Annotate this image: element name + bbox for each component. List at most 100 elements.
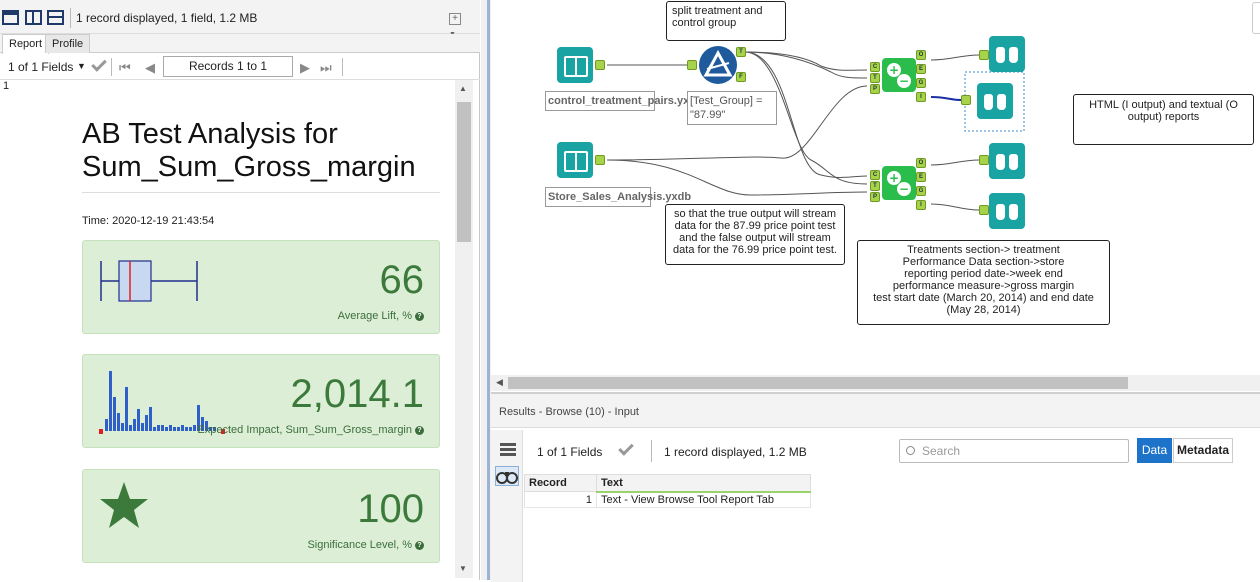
filter-true-anchor[interactable]: T (736, 47, 746, 57)
search-icon (906, 446, 915, 455)
results-title-bar: Results - Browse (10) - Input (491, 394, 1260, 428)
data-button[interactable]: Data (1137, 438, 1172, 463)
note-html[interactable]: HTML (I output) and textual (O output) r… (1073, 94, 1254, 145)
results-record-count: 1 record displayed, 1.2 MB (664, 445, 807, 459)
significance-label: Significance Level, %? (307, 539, 424, 551)
input-tool-book-icon[interactable] (557, 47, 593, 83)
table-row[interactable]: 1 Text - View Browse Tool Report Tab (524, 491, 811, 508)
ab-out-anchor[interactable]: E (916, 172, 926, 182)
tab-report[interactable]: Report (2, 34, 50, 54)
ab-in-anchor[interactable]: C (870, 170, 880, 180)
browse-toolbar: 1 record displayed, 1 field, 1.2 MB + ▼ (0, 0, 480, 38)
row-number: 1 (3, 80, 10, 92)
browse-tool-binoculars-icon[interactable] (989, 36, 1025, 72)
note-treatments[interactable]: Treatments section-> treatment Performan… (857, 240, 1110, 325)
output-anchor[interactable] (595, 155, 605, 165)
average-lift-label: Average Lift, %? (338, 310, 424, 322)
svg-text:−: − (899, 182, 909, 196)
ab-analysis-tool-icon[interactable]: + − (882, 166, 916, 200)
help-icon[interactable]: ? (415, 425, 424, 435)
note-stream[interactable]: so that the true output will stream data… (665, 204, 845, 265)
triangle-icon (703, 49, 733, 77)
browse-tool-binoculars-icon[interactable] (977, 83, 1013, 119)
report-scrollbar[interactable]: ▲ ▼ (455, 80, 473, 578)
scroll-down-icon[interactable]: ▼ (459, 564, 467, 573)
input-tool-book-icon[interactable] (557, 142, 593, 178)
ab-out-anchor[interactable]: G (916, 78, 926, 88)
results-fields-selector[interactable]: 1 of 1 Fields (537, 445, 602, 459)
last-record-icon[interactable]: ⏭ (320, 60, 332, 76)
input-anchor[interactable] (687, 60, 697, 70)
filter-tool-label: [Test_Group] = "87.99" (687, 91, 777, 125)
scrollbar-thumb[interactable] (457, 102, 471, 242)
ab-out-anchor[interactable]: O (916, 50, 926, 60)
scroll-up-icon[interactable]: ▲ (459, 84, 467, 93)
vertical-split-icon[interactable] (47, 10, 64, 25)
table-view-icon[interactable] (500, 443, 516, 459)
checkmark-icon[interactable] (618, 440, 634, 456)
metadata-button[interactable]: Metadata (1173, 438, 1233, 463)
ab-out-anchor[interactable]: G (916, 186, 926, 196)
browse-tabs: Report Profile (0, 34, 480, 54)
browse-panel: 1 record displayed, 1 field, 1.2 MB + ▼ … (0, 0, 480, 580)
canvas-side-control[interactable] (1252, 2, 1260, 34)
ab-in-anchor[interactable]: T (870, 181, 880, 191)
canvas-scrollbar[interactable]: ◀ (491, 375, 1260, 391)
ab-out-anchor[interactable]: I (916, 92, 926, 102)
single-layout-icon[interactable] (2, 10, 19, 25)
ab-in-anchor[interactable]: T (870, 73, 880, 83)
results-search-input[interactable]: Search (899, 439, 1129, 463)
scrollbar-thumb[interactable] (508, 377, 1128, 389)
svg-text:−: − (899, 74, 909, 88)
panel-splitter[interactable] (481, 0, 491, 580)
table-header-row: Record Text (524, 474, 811, 493)
input-tool-label-2: Store_Sales_Analysis.yxdb (545, 187, 691, 207)
horizontal-split-icon[interactable] (25, 10, 42, 25)
input-anchor[interactable] (961, 95, 971, 105)
ab-out-anchor[interactable]: E (916, 64, 926, 74)
binoculars-glyph (496, 472, 518, 484)
average-lift-card: 66 Average Lift, %? (82, 240, 440, 334)
report-title: AB Test Analysis for Sum_Sum_Gross_margi… (82, 118, 416, 183)
next-record-icon[interactable]: ▶ (300, 60, 310, 76)
help-icon[interactable]: ? (415, 540, 424, 550)
input-anchor[interactable] (979, 205, 989, 215)
column-header-text[interactable]: Text (596, 474, 811, 493)
results-title: Results - Browse (10) - Input (499, 406, 639, 418)
ab-out-anchor[interactable]: I (916, 200, 926, 210)
divider (82, 192, 440, 193)
fields-selector[interactable]: 1 of 1 Fields (8, 60, 73, 74)
filter-false-anchor[interactable]: F (736, 72, 746, 82)
column-header-record[interactable]: Record (524, 474, 597, 492)
cell-record: 1 (524, 491, 597, 508)
ab-analysis-tool-icon[interactable]: + − (882, 58, 916, 92)
input-anchor[interactable] (979, 155, 989, 165)
records-range-field[interactable]: Records 1 to 1 (163, 56, 293, 77)
help-icon[interactable]: ? (415, 311, 424, 321)
input-anchor[interactable] (979, 50, 989, 60)
ab-in-anchor[interactable]: P (870, 84, 880, 94)
boxplot-icon (100, 260, 198, 302)
filter-tool-icon[interactable] (699, 46, 737, 84)
ab-in-anchor[interactable]: P (870, 192, 880, 202)
checkmark-icon[interactable] (91, 56, 107, 72)
chevron-down-icon[interactable]: ▼ (77, 61, 86, 71)
significance-card: 100 Significance Level, %? (82, 469, 440, 563)
scroll-left-icon[interactable]: ◀ (496, 377, 503, 388)
tab-profile[interactable]: Profile (45, 34, 91, 53)
browse-tool-binoculars-icon[interactable] (989, 193, 1025, 229)
output-anchor[interactable] (595, 60, 605, 70)
add-view-button[interactable]: + ▼ (449, 10, 471, 38)
first-record-icon[interactable]: ⏮ (119, 60, 131, 76)
divider (70, 8, 71, 28)
divider (342, 58, 343, 76)
svg-text:+: + (889, 63, 899, 77)
ab-out-anchor[interactable]: O (916, 158, 926, 168)
binoculars-icon[interactable] (495, 466, 519, 486)
previous-record-icon[interactable]: ◀ (145, 60, 155, 76)
ab-in-anchor[interactable]: C (870, 62, 880, 72)
workflow-canvas[interactable]: split treatment and control group so tha… (491, 0, 1260, 375)
plus-minus-icon: + − (887, 171, 911, 196)
browse-tool-binoculars-icon[interactable] (989, 143, 1025, 179)
note-split[interactable]: split treatment and control group (666, 1, 786, 41)
